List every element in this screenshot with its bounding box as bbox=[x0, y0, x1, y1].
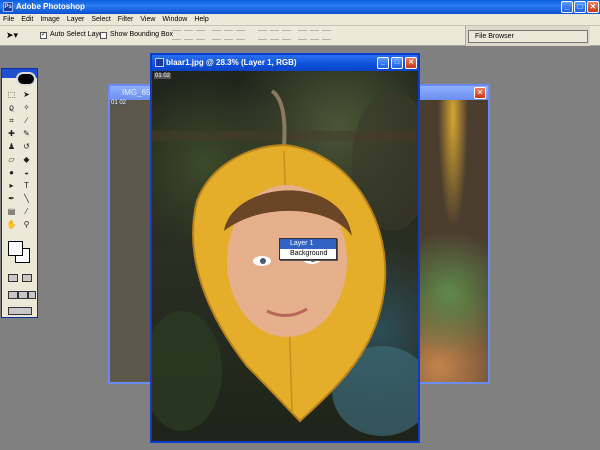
hand-tool-icon[interactable]: ✋ bbox=[5, 219, 18, 230]
menu-file[interactable]: File bbox=[3, 16, 14, 23]
minimize-document-button[interactable]: _ bbox=[377, 57, 389, 69]
crop-tool-icon[interactable]: ⌗ bbox=[5, 115, 18, 126]
context-menu-item-layer-1[interactable]: Layer 1 bbox=[280, 239, 336, 249]
auto-select-layer-checkbox[interactable]: ✓ bbox=[40, 32, 47, 39]
distribute-bottom-icon[interactable] bbox=[282, 30, 291, 40]
shape-tool-icon[interactable]: ╲ bbox=[20, 193, 33, 204]
close-app-button[interactable]: ✕ bbox=[587, 1, 599, 13]
zoom-tool-icon[interactable]: ⚲ bbox=[20, 219, 33, 230]
align-center-icon[interactable] bbox=[224, 30, 233, 40]
img-window-zoom-indicator: 01 02 bbox=[110, 100, 128, 106]
blur-tool-icon[interactable]: ● bbox=[5, 167, 18, 178]
jump-to-imageready-icon[interactable] bbox=[8, 307, 32, 315]
screen-mode-standard-icon[interactable] bbox=[8, 291, 18, 299]
palette-well: File Browser bbox=[465, 26, 590, 46]
maximize-app-button[interactable]: □ bbox=[574, 1, 586, 13]
active-document-title: blaar1.jpg @ 28.3% (Layer 1, RGB) bbox=[166, 58, 297, 67]
foreground-color-swatch[interactable] bbox=[8, 241, 23, 256]
distribute-middle-icon[interactable] bbox=[270, 30, 279, 40]
tool-grid: ⬚ ➤ ϱ ✧ ⌗ ∕ ✚ ✎ ♟ ↺ ▱ ◆ ● ◒ ▸ T ✒ ╲ ▤ ⁄ … bbox=[5, 89, 35, 230]
show-bounding-box-checkbox[interactable] bbox=[100, 32, 107, 39]
move-tool-icon[interactable]: ➤ bbox=[20, 89, 33, 100]
distribute-right-icon[interactable] bbox=[322, 30, 331, 40]
paint-bucket-tool-icon[interactable]: ◆ bbox=[20, 154, 33, 165]
menu-edit[interactable]: Edit bbox=[21, 16, 33, 23]
background-document-window-img[interactable]: IMG_65 01 02 bbox=[108, 84, 154, 384]
photoshop-logo-icon: Ps bbox=[3, 2, 13, 12]
align-right-icon[interactable] bbox=[236, 30, 245, 40]
img-window-title: IMG_65 bbox=[110, 86, 152, 100]
show-bounding-box-label: Show Bounding Box bbox=[110, 31, 174, 38]
layer-context-menu: Layer 1 Background bbox=[279, 238, 337, 260]
brush-tool-icon[interactable]: ✎ bbox=[20, 128, 33, 139]
history-brush-tool-icon[interactable]: ↺ bbox=[20, 141, 33, 152]
active-document-title-bar: blaar1.jpg @ 28.3% (Layer 1, RGB) _ □ ✕ bbox=[152, 55, 418, 71]
eyedropper-tool-icon[interactable]: ⁄ bbox=[20, 206, 33, 217]
align-bottom-icon[interactable] bbox=[196, 30, 205, 40]
pen-tool-icon[interactable]: ✒ bbox=[5, 193, 18, 204]
menu-select[interactable]: Select bbox=[91, 16, 110, 23]
app-title: Adobe Photoshop bbox=[16, 2, 85, 11]
slice-tool-icon[interactable]: ∕ bbox=[20, 115, 33, 126]
standard-mode-icon[interactable] bbox=[8, 274, 18, 282]
right-window-title-bar: ✕ bbox=[418, 86, 488, 100]
document-icon bbox=[155, 58, 164, 67]
file-browser-tab[interactable]: File Browser bbox=[468, 30, 588, 43]
marquee-tool-icon[interactable]: ⬚ bbox=[5, 89, 18, 100]
align-middle-icon[interactable] bbox=[184, 30, 193, 40]
context-menu-item-background[interactable]: Background bbox=[280, 249, 336, 259]
path-selection-tool-icon[interactable]: ▸ bbox=[5, 180, 18, 191]
background-document-window-right[interactable]: ✕ bbox=[416, 84, 490, 384]
options-bar: ➤▾ ✓ Auto Select Layer Show Bounding Box… bbox=[0, 26, 600, 46]
adobe-online-eye-icon[interactable] bbox=[16, 72, 36, 86]
minimize-app-button[interactable]: _ bbox=[561, 1, 573, 13]
menu-layer[interactable]: Layer bbox=[67, 16, 85, 23]
close-right-window-button[interactable]: ✕ bbox=[474, 87, 486, 99]
move-tool-preset-icon[interactable]: ➤▾ bbox=[6, 30, 18, 41]
notes-tool-icon[interactable]: ▤ bbox=[5, 206, 18, 217]
app-title-bar: Ps Adobe Photoshop _ □ ✕ bbox=[0, 0, 600, 14]
distribute-top-icon[interactable] bbox=[258, 30, 267, 40]
align-left-icon[interactable] bbox=[212, 30, 221, 40]
quick-mask-mode-icon[interactable] bbox=[22, 274, 32, 282]
menu-image[interactable]: Image bbox=[40, 16, 59, 23]
menu-help[interactable]: Help bbox=[194, 16, 208, 23]
lasso-tool-icon[interactable]: ϱ bbox=[5, 102, 18, 113]
distribute-center-icon[interactable] bbox=[310, 30, 319, 40]
maximize-document-button[interactable]: □ bbox=[391, 57, 403, 69]
color-swatches bbox=[8, 241, 30, 263]
type-tool-icon[interactable]: T bbox=[20, 180, 33, 191]
distribute-left-icon[interactable] bbox=[298, 30, 307, 40]
close-document-button[interactable]: ✕ bbox=[405, 57, 417, 69]
auto-select-layer-label: Auto Select Layer bbox=[50, 31, 106, 38]
menu-view[interactable]: View bbox=[140, 16, 155, 23]
screen-mode-full-icon[interactable] bbox=[28, 291, 36, 299]
menu-window[interactable]: Window bbox=[162, 16, 187, 23]
screen-mode-full-menu-icon[interactable] bbox=[18, 291, 28, 299]
menu-bar: File Edit Image Layer Select Filter View… bbox=[0, 14, 600, 26]
menu-filter[interactable]: Filter bbox=[118, 16, 134, 23]
eraser-tool-icon[interactable]: ▱ bbox=[5, 154, 18, 165]
healing-brush-tool-icon[interactable]: ✚ bbox=[5, 128, 18, 139]
magic-wand-tool-icon[interactable]: ✧ bbox=[20, 102, 33, 113]
dodge-tool-icon[interactable]: ◒ bbox=[20, 167, 33, 178]
align-top-icon[interactable] bbox=[172, 30, 181, 40]
clone-stamp-tool-icon[interactable]: ♟ bbox=[5, 141, 18, 152]
toolbox: ⬚ ➤ ϱ ✧ ⌗ ∕ ✚ ✎ ♟ ↺ ▱ ◆ ● ◒ ▸ T ✒ ╲ ▤ ⁄ … bbox=[1, 68, 38, 318]
document-zoom-indicator: 01 02 bbox=[154, 73, 172, 79]
